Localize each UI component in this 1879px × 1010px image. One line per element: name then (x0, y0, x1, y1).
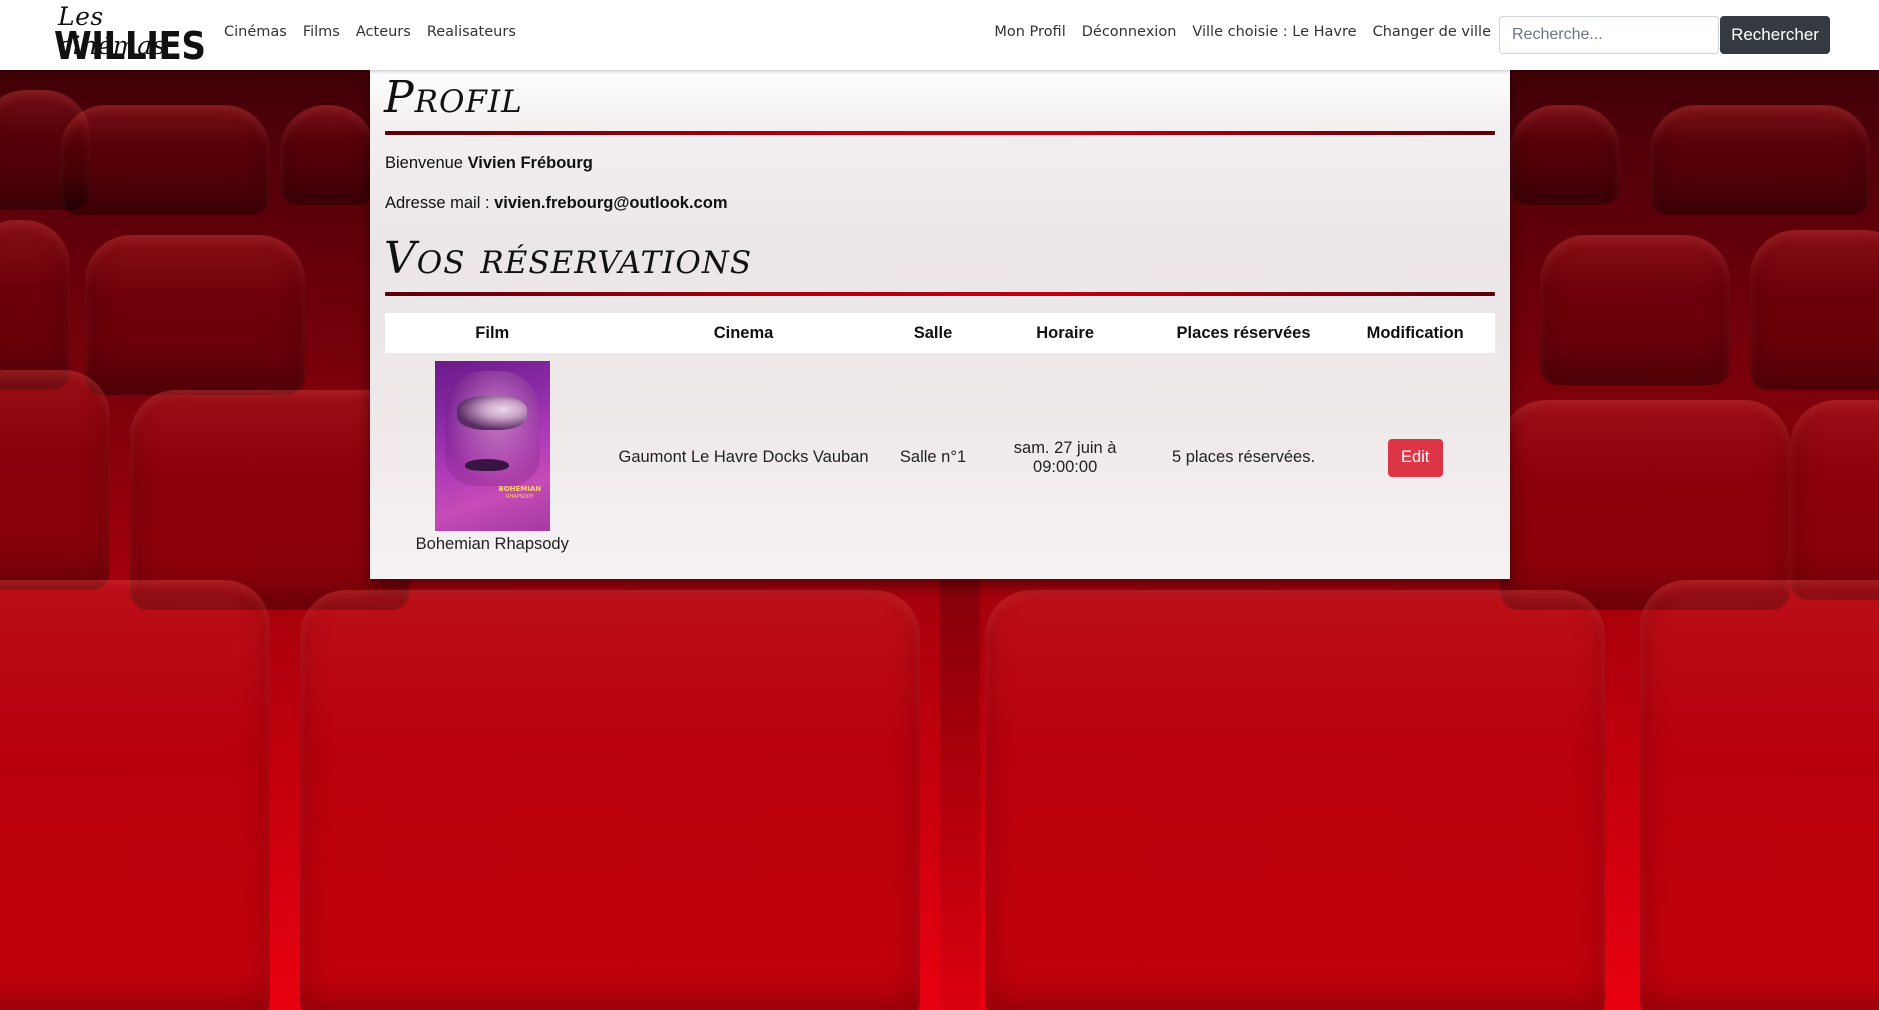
top-navbar: Les cinémas WILLIES Cinémas Films Acteur… (0, 0, 1879, 70)
poster-title-text: BOHEMIAN (498, 485, 542, 493)
user-name: Vivien Frébourg (467, 154, 593, 172)
nav-link-ville-choisie[interactable]: Ville choisie : Le Havre (1192, 24, 1356, 40)
film-cell: BOHEMIAN RHAPSODY Bohemian Rhapsody (385, 353, 600, 568)
profile-title: Profil (384, 72, 523, 123)
cinema-cell: Gaumont Le Havre Docks Vauban (618, 448, 869, 466)
nav-right-menu: Mon Profil Déconnexion Ville choisie : L… (994, 24, 1491, 40)
user-email: vivien.frebourg@outlook.com (494, 194, 728, 212)
nav-link-changer-de-ville[interactable]: Changer de ville (1373, 24, 1491, 40)
nav-link-acteurs[interactable]: Acteurs (356, 24, 411, 40)
nav-link-mon-profil[interactable]: Mon Profil (994, 24, 1065, 40)
nav-link-films[interactable]: Films (303, 24, 340, 40)
brand-logo[interactable]: Les cinémas WILLIES (54, 2, 206, 68)
places-cell: 5 places réservées. (1172, 448, 1316, 466)
reservations-title: Vos réservations (384, 233, 753, 284)
column-header-film: Film (475, 323, 510, 342)
column-header-horaire: Horaire (1036, 323, 1095, 342)
column-header-cinema: Cinema (713, 323, 774, 342)
reservations-table: Film Cinema Salle Horaire Places réservé… (385, 313, 1495, 568)
edit-reservation-button[interactable]: Edit (1387, 438, 1443, 477)
poster-subtitle-text: RHAPSODY (506, 494, 534, 500)
salle-cell: Salle n°1 (899, 448, 967, 466)
profile-divider (385, 131, 1495, 135)
horaire-cell: sam. 27 juin à 09:00:00 (1013, 438, 1117, 476)
column-header-places: Places réservées (1176, 323, 1311, 342)
profile-panel: Profil Bienvenue Vivien Frébourg Adresse… (370, 70, 1510, 579)
table-header-row: Film Cinema Salle Horaire Places réservé… (385, 313, 1495, 353)
modification-cell: Edit (1335, 353, 1495, 568)
nav-link-deconnexion[interactable]: Déconnexion (1082, 24, 1177, 40)
email-line: Adresse mail : vivien.frebourg@outlook.c… (385, 194, 728, 213)
welcome-line: Bienvenue Vivien Frébourg (385, 154, 593, 173)
search-button[interactable]: Rechercher (1720, 16, 1830, 54)
movie-poster-image[interactable]: BOHEMIAN RHAPSODY (434, 361, 550, 531)
email-label: Adresse mail : (385, 194, 495, 212)
welcome-label: Bienvenue (385, 154, 468, 172)
table-row: BOHEMIAN RHAPSODY Bohemian Rhapsody Gaum… (385, 353, 1495, 568)
nav-link-realisateurs[interactable]: Realisateurs (427, 24, 516, 40)
film-title: Bohemian Rhapsody (415, 535, 569, 553)
column-header-salle: Salle (913, 323, 953, 342)
column-header-modification: Modification (1366, 323, 1464, 342)
reservations-divider (385, 292, 1495, 296)
search-input[interactable] (1499, 16, 1719, 54)
nav-link-cinemas[interactable]: Cinémas (224, 24, 287, 40)
brand-logo-line2: WILLIES (54, 24, 206, 68)
nav-left-menu: Cinémas Films Acteurs Realisateurs (224, 24, 516, 40)
